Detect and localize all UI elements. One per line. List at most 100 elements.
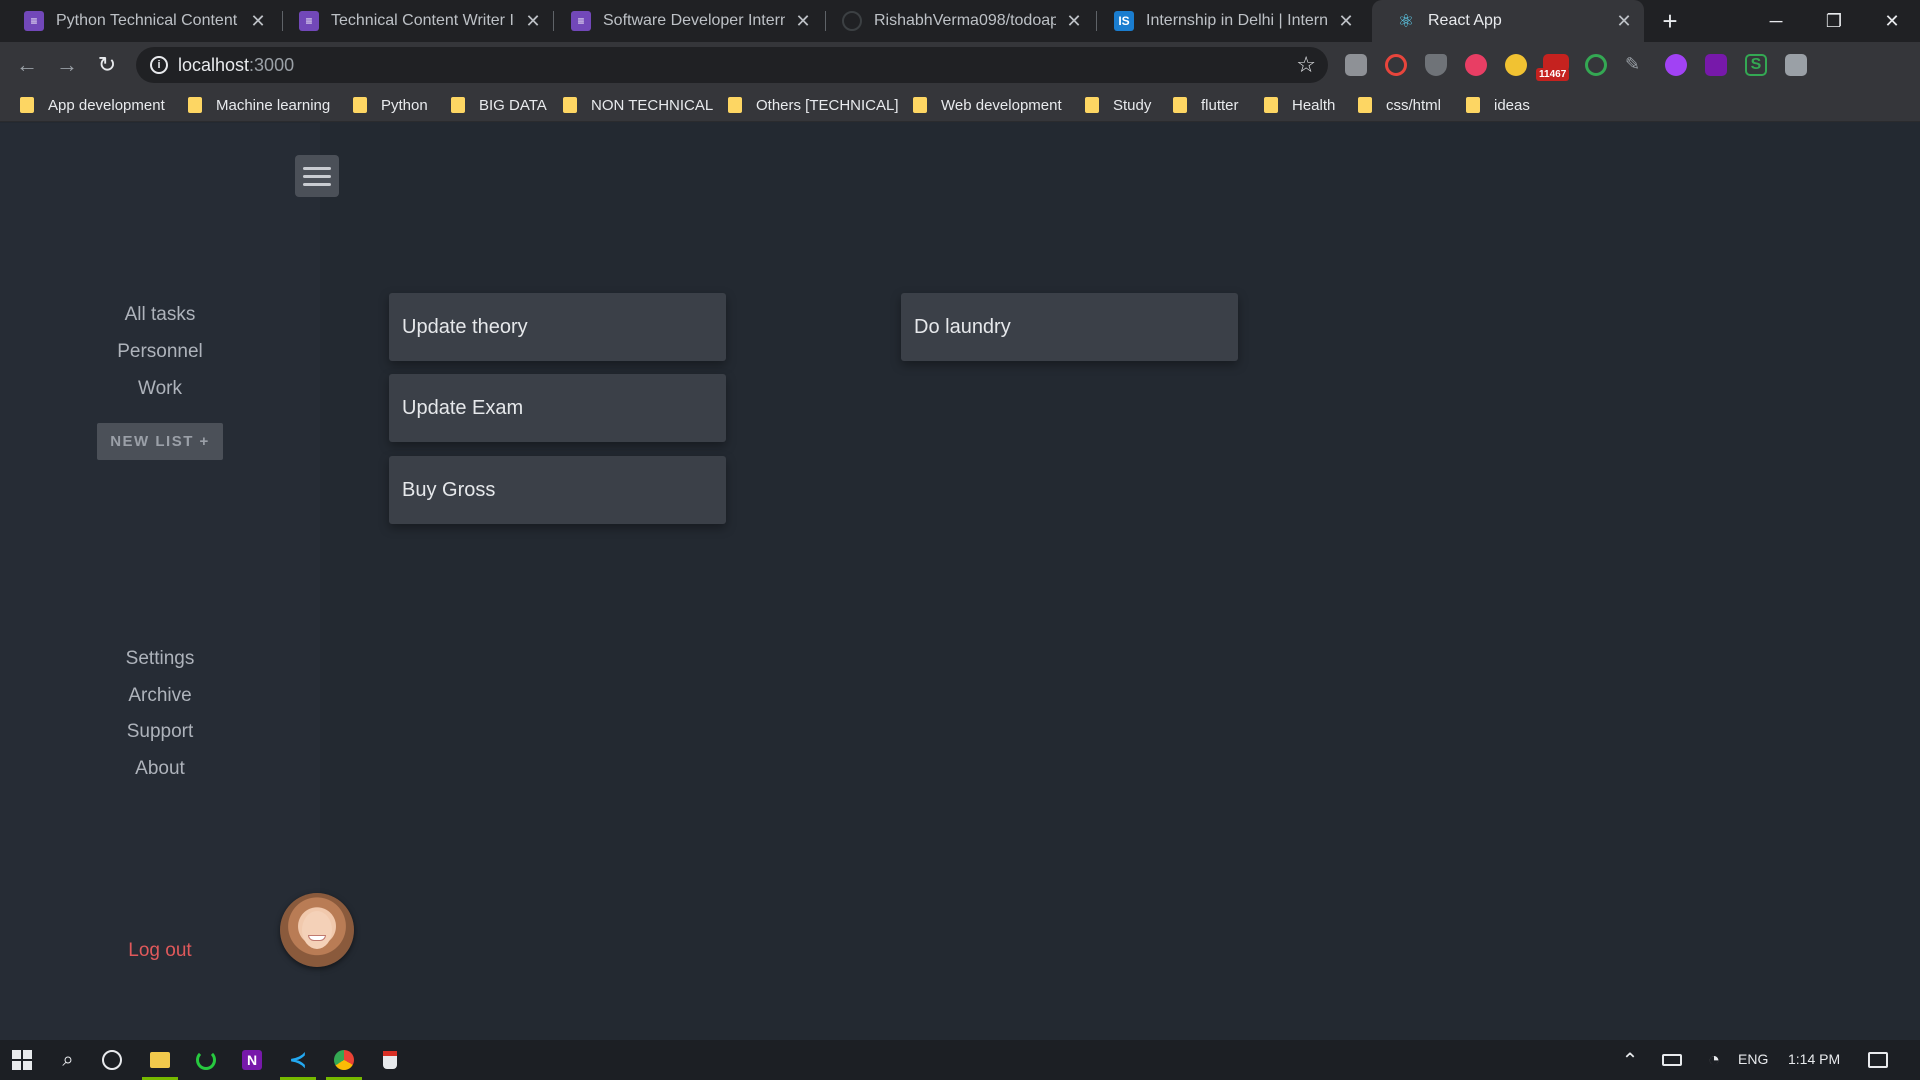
browser-tab[interactable]: ≡ Software Developer Internshi ✕ bbox=[547, 0, 823, 42]
onenote-icon[interactable]: N bbox=[240, 1048, 264, 1072]
browser-tab-active[interactable]: ⚛ React App ✕ bbox=[1372, 0, 1644, 42]
window-close-button[interactable]: ✕ bbox=[1864, 0, 1920, 42]
battery-icon[interactable] bbox=[1660, 1048, 1684, 1072]
windows-start-icon[interactable] bbox=[10, 1048, 34, 1072]
task-card[interactable]: Update theory bbox=[389, 293, 726, 361]
folder-icon bbox=[913, 97, 927, 113]
app-ring bbox=[196, 1050, 216, 1070]
forms-icon: ≡ bbox=[299, 11, 319, 31]
bookmark-folder[interactable]: Health bbox=[1264, 94, 1335, 116]
extension-icon[interactable] bbox=[1585, 54, 1607, 76]
bookmark-folder[interactable]: Machine learning bbox=[188, 94, 330, 116]
bookmark-star-icon[interactable]: ☆ bbox=[1296, 52, 1316, 78]
task-card[interactable]: Do laundry bbox=[901, 293, 1238, 361]
new-tab-button[interactable]: + bbox=[1655, 6, 1685, 36]
avatar-face bbox=[302, 911, 332, 949]
sidebar-item-support[interactable]: Support bbox=[0, 721, 320, 743]
folder-icon bbox=[451, 97, 465, 113]
extension-icon[interactable]: ✎ bbox=[1625, 54, 1647, 76]
close-icon[interactable]: ✕ bbox=[523, 11, 543, 32]
minimize-button[interactable]: ─ bbox=[1748, 0, 1804, 42]
bookmark-folder[interactable]: ideas bbox=[1466, 94, 1530, 116]
forms-icon: ≡ bbox=[24, 11, 44, 31]
folder-icon bbox=[20, 97, 34, 113]
reload-button[interactable]: ↻ bbox=[92, 50, 122, 80]
url-port: :3000 bbox=[249, 55, 295, 75]
bookmark-folder[interactable]: NON TECHNICAL bbox=[563, 94, 713, 116]
sidebar-item-personnel[interactable]: Personnel bbox=[0, 341, 320, 363]
bookmark-label: App development bbox=[48, 96, 165, 114]
address-bar[interactable]: i localhost:3000 ☆ bbox=[136, 47, 1328, 83]
extension-icon[interactable] bbox=[1665, 54, 1687, 76]
sidebar-item-settings[interactable]: Settings bbox=[0, 648, 320, 670]
bookmark-folder[interactable]: Study bbox=[1085, 94, 1151, 116]
notification-center-icon[interactable] bbox=[1866, 1048, 1890, 1072]
close-icon[interactable]: ✕ bbox=[248, 11, 268, 32]
sidebar-item-all-tasks[interactable]: All tasks bbox=[0, 304, 320, 326]
forward-button[interactable]: → bbox=[52, 50, 82, 80]
mail-badge: 11467 bbox=[1536, 68, 1570, 81]
extension-icon[interactable] bbox=[1465, 54, 1487, 76]
user-avatar[interactable] bbox=[280, 893, 354, 967]
cortana-icon[interactable] bbox=[100, 1048, 124, 1072]
info-icon[interactable]: i bbox=[150, 56, 168, 74]
close-icon[interactable]: ✕ bbox=[1614, 11, 1634, 32]
task-card[interactable]: Buy Gross bbox=[389, 456, 726, 524]
extension-icon[interactable]: S bbox=[1745, 54, 1767, 76]
bookmark-folder[interactable]: App development bbox=[20, 94, 165, 116]
windows-logo bbox=[12, 1050, 32, 1070]
folder-icon bbox=[1466, 97, 1480, 113]
extension-icon[interactable] bbox=[1345, 54, 1367, 76]
show-hidden-icons-icon[interactable]: ⌃ bbox=[1618, 1048, 1642, 1072]
onenote-icon[interactable] bbox=[1705, 54, 1727, 76]
sidebar-item-archive[interactable]: Archive bbox=[0, 685, 320, 707]
folder-icon bbox=[563, 97, 577, 113]
sidebar-item-about[interactable]: About bbox=[0, 758, 320, 780]
browser-tab[interactable]: ≡ Technical Content Writer Inte ✕ bbox=[275, 0, 553, 42]
extension-icon[interactable] bbox=[1425, 54, 1447, 76]
search-icon[interactable]: ⌕ bbox=[56, 1048, 80, 1072]
new-list-button[interactable]: NEW LIST + bbox=[97, 423, 223, 460]
sidebar-item-work[interactable]: Work bbox=[0, 378, 320, 400]
chrome-icon[interactable] bbox=[332, 1048, 356, 1072]
close-icon[interactable]: ✕ bbox=[1336, 11, 1356, 32]
close-icon[interactable]: ✕ bbox=[793, 11, 813, 32]
browser-tab[interactable]: IS Internship in Delhi | Internsh ✕ bbox=[1090, 0, 1366, 42]
cortana-ring bbox=[102, 1050, 122, 1070]
popcorn-app-icon[interactable] bbox=[378, 1048, 402, 1072]
battery-shape bbox=[1662, 1054, 1682, 1066]
wifi-icon[interactable]: ◔ bbox=[1702, 1048, 1726, 1072]
tab-title: Technical Content Writer Inte bbox=[331, 12, 515, 29]
tab-title: React App bbox=[1428, 12, 1502, 29]
bookmark-folder[interactable]: Others [TECHNICAL] bbox=[728, 94, 899, 116]
popcorn-shape bbox=[383, 1051, 397, 1069]
bookmark-label: NON TECHNICAL bbox=[591, 96, 714, 114]
bookmark-folder[interactable]: css/html bbox=[1358, 94, 1441, 116]
bookmark-folder[interactable]: Python bbox=[353, 94, 428, 116]
restore-button[interactable]: ❐ bbox=[1806, 0, 1862, 42]
extension-icon[interactable] bbox=[1505, 54, 1527, 76]
hamburger-menu-icon[interactable] bbox=[295, 155, 339, 197]
language-indicator[interactable]: ENG bbox=[1738, 1051, 1768, 1067]
refresh-app-icon[interactable] bbox=[194, 1048, 218, 1072]
bookmark-folder[interactable]: flutter bbox=[1173, 94, 1239, 116]
folder-icon bbox=[188, 97, 202, 113]
bookmark-folder[interactable]: BIG DATA bbox=[451, 94, 547, 116]
browser-tab[interactable]: ≡ Python Technical Content Eng ✕ bbox=[0, 0, 278, 42]
extension-icon[interactable] bbox=[1785, 54, 1807, 76]
extension-icon[interactable] bbox=[1385, 54, 1407, 76]
browser-tab[interactable]: RishabhVerma098/todoapp ✕ bbox=[818, 0, 1094, 42]
clock[interactable]: 1:14 PM bbox=[1788, 1051, 1840, 1067]
tab-title: RishabhVerma098/todoapp bbox=[874, 12, 1056, 29]
bookmark-folder[interactable]: Web development bbox=[913, 94, 1062, 116]
folder-icon bbox=[728, 97, 742, 113]
vscode-icon[interactable]: ≺ bbox=[286, 1047, 310, 1072]
task-card[interactable]: Update Exam bbox=[389, 374, 726, 442]
logout-link[interactable]: Log out bbox=[0, 940, 320, 962]
tab-title: Software Developer Internshi bbox=[603, 12, 785, 29]
close-icon[interactable]: ✕ bbox=[1064, 11, 1084, 32]
back-button[interactable]: ← bbox=[12, 50, 42, 80]
file-explorer-icon[interactable] bbox=[148, 1048, 172, 1072]
chrome-logo bbox=[334, 1050, 354, 1070]
url-host: localhost bbox=[178, 55, 250, 75]
